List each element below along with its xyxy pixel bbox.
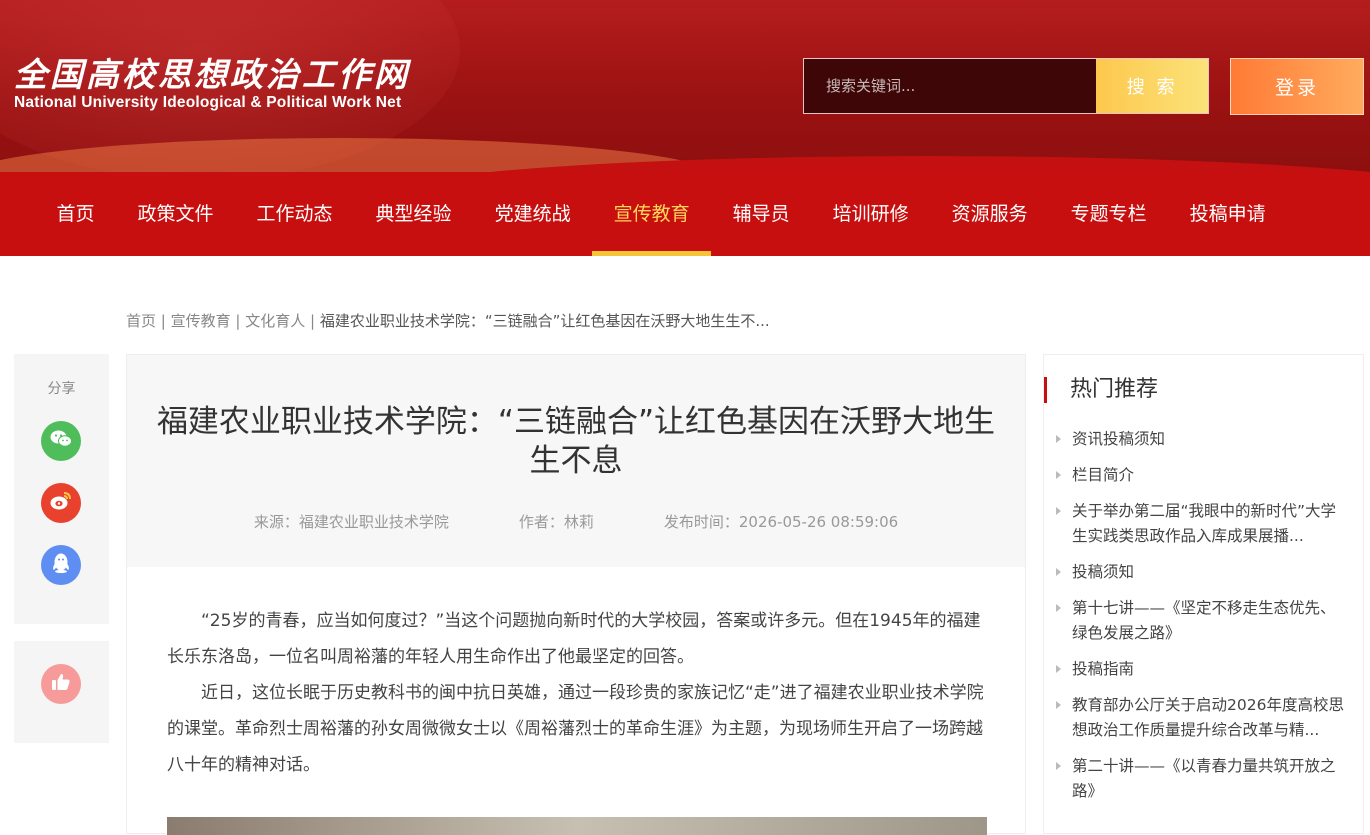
sidebar-item[interactable]: 资讯投稿须知: [1056, 427, 1348, 452]
article-title: 福建农业职业技术学院：“三链融合”让红色基因在沃野大地生生不息: [156, 404, 996, 479]
sidebar-item[interactable]: 教育部办公厅关于启动2026年度高校思想政治工作质量提升综合改革与精...: [1056, 693, 1348, 743]
breadcrumb-separator: |: [156, 312, 171, 330]
nav-item-training[interactable]: 培训研修: [811, 172, 930, 256]
sidebar-list: 资讯投稿须知 栏目简介 关于举办第二届“我眼中的新时代”大学生实践类思政作品入库…: [1056, 427, 1348, 815]
sidebar-item[interactable]: 第十七讲——《坚定不移走生态优先、绿色发展之路》: [1056, 596, 1348, 646]
nav-active-underline: [592, 251, 712, 256]
nav-item-experience[interactable]: 典型经验: [354, 172, 473, 256]
bullet-triangle-icon: [1056, 507, 1061, 515]
qq-share-button[interactable]: [41, 545, 81, 585]
breadcrumb-current: 福建农业职业技术学院：“三链融合”让红色基因在沃野大地生生不...: [319, 312, 770, 330]
sidebar-item[interactable]: 投稿须知: [1056, 560, 1348, 585]
nav-item-topics[interactable]: 专题专栏: [1049, 172, 1168, 256]
sidebar-item[interactable]: 投稿指南: [1056, 657, 1348, 682]
sidebar-item-label: 投稿指南: [1072, 660, 1135, 678]
logo-chinese-title: 全国高校思想政治工作网: [14, 55, 410, 94]
nav-item-policy[interactable]: 政策文件: [116, 172, 235, 256]
sidebar-item-label: 投稿须知: [1072, 563, 1135, 581]
article-meta: 来源：福建农业职业技术学院 作者：林莉 发布时间：2026-05-26 08:5…: [127, 511, 1025, 532]
search-input[interactable]: [804, 59, 1097, 113]
sidebar-hot: 热门推荐 资讯投稿须知 栏目简介 关于举办第二届“我眼中的新时代”大学生实践类思…: [1043, 354, 1364, 834]
nav-item-counselor[interactable]: 辅导员: [711, 172, 811, 256]
sidebar-item-label: 栏目简介: [1072, 466, 1135, 484]
share-label: 分享: [47, 381, 76, 397]
article-paragraph: “25岁的青春，应当如何度过？”当这个问题抛向新时代的大学校园，答案或许多元。但…: [167, 611, 981, 667]
nav-item-party[interactable]: 党建统战: [473, 172, 592, 256]
sidebar-item[interactable]: 关于举办第二届“我眼中的新时代”大学生实践类思政作品入库成果展播...: [1056, 499, 1348, 549]
article-date: 发布时间：2026-05-26 08:59:06: [663, 513, 899, 531]
article: 福建农业职业技术学院：“三链融合”让红色基因在沃野大地生生不息 来源：福建农业职…: [126, 354, 1026, 835]
logo-english-title: National University Ideological & Politi…: [14, 94, 402, 111]
main-nav: 首页 政策文件 工作动态 典型经验 党建统战 宣传教育 辅导员 培训研修 资源服…: [0, 172, 1370, 256]
sidebar-item-label: 第十七讲——《坚定不移走生态优先、绿色发展之路》: [1072, 599, 1336, 642]
sidebar-item-label: 关于举办第二届“我眼中的新时代”大学生实践类思政作品入库成果展播...: [1072, 502, 1337, 545]
bullet-triangle-icon: [1056, 435, 1061, 443]
nav-item-submit[interactable]: 投稿申请: [1168, 172, 1287, 256]
like-panel: [14, 641, 109, 743]
nav-item-education-label: 宣传教育: [613, 203, 690, 225]
bullet-triangle-icon: [1056, 568, 1061, 576]
nav-item-resources[interactable]: 资源服务: [930, 172, 1049, 256]
search-box: 搜 索: [803, 58, 1209, 114]
sidebar-title: 热门推荐: [1044, 377, 1158, 403]
bullet-triangle-icon: [1056, 665, 1061, 673]
article-paragraph: 近日，这位长眠于历史教科书的闽中抗日英雄，通过一段珍贵的家族记忆“走”进了福建农…: [167, 683, 984, 775]
sidebar-item-label: 第二十讲——《以青春力量共筑开放之路》: [1072, 757, 1336, 800]
article-photo: [167, 817, 987, 835]
nav-item-home[interactable]: 首页: [35, 172, 116, 256]
weibo-share-button[interactable]: [41, 483, 81, 523]
sidebar-item[interactable]: 第二十讲——《以青春力量共筑开放之路》: [1056, 754, 1348, 804]
breadcrumb-separator: |: [230, 312, 246, 330]
bullet-triangle-icon: [1056, 604, 1061, 612]
site-header: 全国高校思想政治工作网 National University Ideologi…: [0, 0, 1370, 172]
breadcrumb-subsection[interactable]: 文化育人: [245, 312, 305, 330]
breadcrumb-home[interactable]: 首页: [126, 312, 156, 330]
breadcrumb: 首页 | 宣传教育 | 文化育人 | 福建农业职业技术学院：“三链融合”让红色基…: [126, 310, 770, 331]
site-logo[interactable]: 全国高校思想政治工作网 National University Ideologi…: [14, 56, 410, 112]
sidebar-item-label: 资讯投稿须知: [1072, 430, 1166, 448]
like-button[interactable]: [41, 664, 81, 704]
bullet-triangle-icon: [1056, 762, 1061, 770]
nav-item-news[interactable]: 工作动态: [235, 172, 354, 256]
search-button[interactable]: 搜 索: [1096, 59, 1208, 113]
weibo-icon: [49, 490, 73, 516]
bullet-triangle-icon: [1056, 471, 1061, 479]
breadcrumb-separator: |: [305, 312, 320, 330]
wechat-icon: [49, 428, 73, 454]
breadcrumb-section[interactable]: 宣传教育: [171, 312, 231, 330]
bullet-triangle-icon: [1056, 701, 1061, 709]
share-panel: 分享: [14, 354, 109, 624]
sidebar-item-label: 教育部办公厅关于启动2026年度高校思想政治工作质量提升综合改革与精...: [1072, 696, 1344, 739]
login-button[interactable]: 登录: [1230, 58, 1364, 115]
article-body: “25岁的青春，应当如何度过？”当这个问题抛向新时代的大学校园，答案或许多元。但…: [127, 567, 1025, 783]
article-header: 福建农业职业技术学院：“三链融合”让红色基因在沃野大地生生不息 来源：福建农业职…: [127, 355, 1025, 567]
thumbs-up-icon: [51, 672, 71, 696]
article-source: 来源：福建农业职业技术学院: [253, 513, 449, 531]
sidebar-item[interactable]: 栏目简介: [1056, 463, 1348, 488]
nav-item-education[interactable]: 宣传教育: [592, 172, 712, 256]
article-author: 作者：林莉: [518, 513, 594, 531]
wechat-share-button[interactable]: [41, 421, 81, 461]
qq-icon: [50, 551, 72, 579]
